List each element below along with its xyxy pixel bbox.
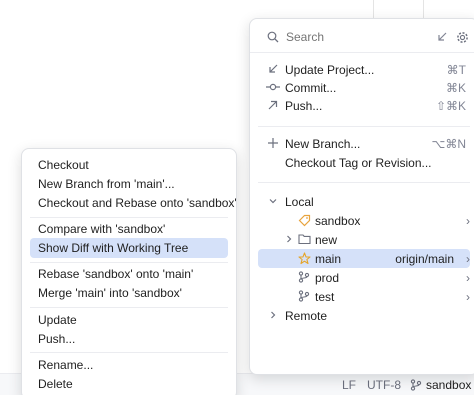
compare-with-item[interactable]: Compare with 'sandbox': [30, 219, 228, 239]
chevron-right-icon: ›: [466, 213, 470, 228]
new-branch-item[interactable]: New Branch... ⌥⌘N: [250, 134, 474, 153]
separator: [250, 52, 474, 53]
chevron-down-icon: [266, 194, 280, 208]
chevron-right-icon: [266, 308, 280, 322]
gear-icon[interactable]: [455, 30, 469, 44]
folder-icon: [297, 232, 311, 246]
separator: [258, 126, 470, 127]
separator: [30, 217, 228, 218]
branch-context-menu: Checkout New Branch from 'main'... Check…: [21, 148, 237, 395]
separator: [258, 182, 470, 183]
branch-widget-label: sandbox: [426, 378, 472, 392]
checkout-item[interactable]: Checkout: [30, 155, 228, 175]
push-arrow-icon: [266, 98, 280, 112]
remote-group-header[interactable]: Remote: [250, 306, 474, 325]
push-item[interactable]: Push... ⇧⌘K: [250, 96, 474, 115]
commit-item[interactable]: Commit... ⌘K: [250, 78, 474, 97]
branch-item-test[interactable]: test ›: [250, 287, 474, 306]
tracking-branch-label: origin/main: [395, 251, 454, 266]
rename-item[interactable]: Rename...: [30, 355, 228, 375]
update-item[interactable]: Update: [30, 310, 228, 330]
local-group-header[interactable]: Local: [250, 192, 474, 211]
branch-search-row[interactable]: [250, 27, 474, 47]
push-item[interactable]: Push...: [30, 329, 228, 349]
rebase-item[interactable]: Rebase 'sandbox' onto 'main': [30, 264, 228, 284]
plus-icon: [266, 136, 280, 150]
chevron-right-icon: ›: [466, 251, 470, 266]
pin-arrow-icon[interactable]: [435, 30, 449, 44]
merge-item[interactable]: Merge 'main' into 'sandbox': [30, 283, 228, 303]
editor-divider: [423, 0, 424, 18]
commit-icon: [266, 80, 280, 94]
branch-search-input[interactable]: [286, 28, 426, 46]
branch-icon: [297, 270, 311, 284]
update-project-item[interactable]: Update Project... ⌘T: [250, 60, 474, 79]
separator: [30, 262, 228, 263]
chevron-right-icon: ›: [466, 289, 470, 304]
checkout-tag-item[interactable]: Checkout Tag or Revision...: [250, 153, 474, 172]
editor-divider: [373, 0, 374, 18]
search-icon: [266, 30, 280, 44]
update-arrow-icon: [266, 62, 280, 76]
chevron-right-icon: [282, 232, 296, 246]
branch-widget[interactable]: sandbox: [410, 378, 471, 392]
branch-item-sandbox[interactable]: sandbox ›: [250, 211, 474, 230]
chevron-right-icon: ›: [466, 270, 470, 285]
separator: [30, 352, 228, 353]
new-branch-from-item[interactable]: New Branch from 'main'...: [30, 174, 228, 194]
branch-item-prod[interactable]: prod ›: [250, 268, 474, 287]
branch-icon: [410, 379, 422, 391]
checkout-and-rebase-item[interactable]: Checkout and Rebase onto 'sandbox': [30, 193, 237, 213]
branches-popup: Update Project... ⌘T Commit... ⌘K Push..…: [249, 18, 474, 375]
line-separator-widget[interactable]: LF: [342, 378, 356, 392]
show-diff-item[interactable]: Show Diff with Working Tree: [30, 238, 228, 258]
branch-icon: [297, 289, 311, 303]
delete-item[interactable]: Delete: [30, 374, 228, 394]
tag-icon: [297, 213, 311, 227]
encoding-widget[interactable]: UTF-8: [367, 378, 401, 392]
branch-folder-new[interactable]: new: [250, 230, 474, 249]
star-icon: [297, 251, 311, 265]
separator: [30, 307, 228, 308]
branch-item-main[interactable]: main origin/main ›: [258, 249, 470, 268]
